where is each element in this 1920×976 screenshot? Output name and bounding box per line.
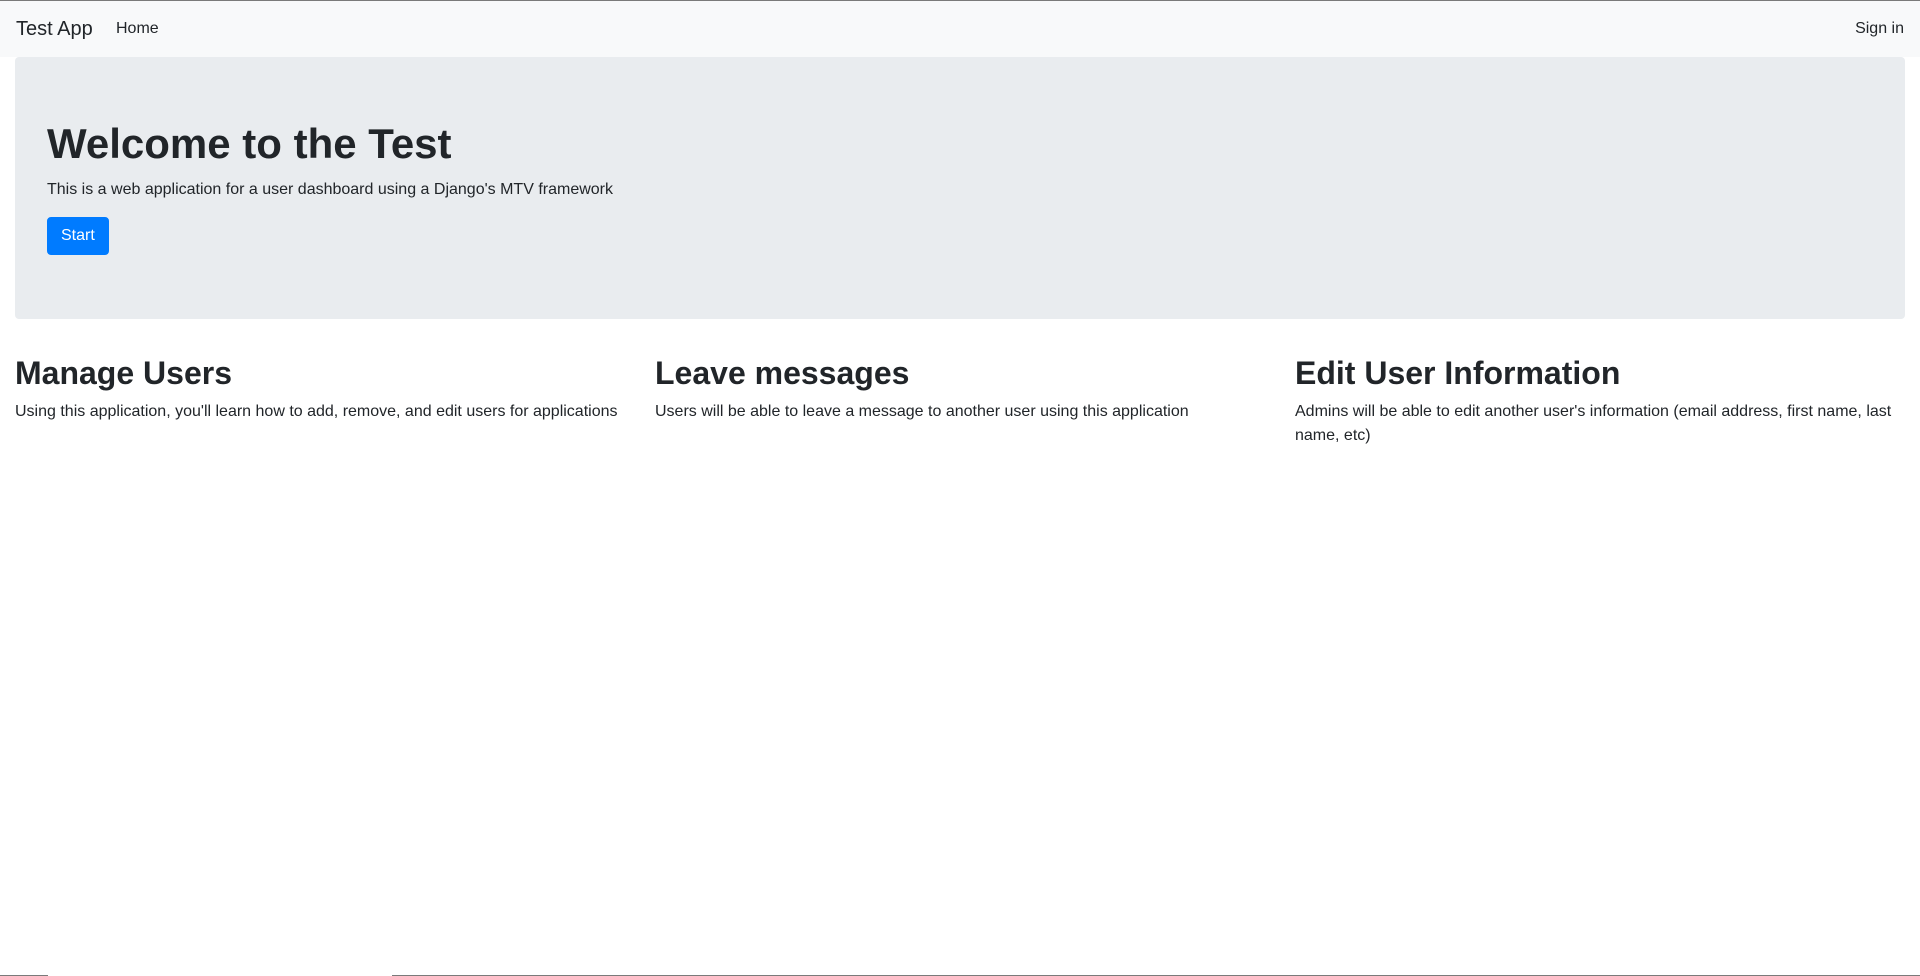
nav-link-home[interactable]: Home <box>116 1 159 57</box>
feature-title: Manage Users <box>15 355 232 391</box>
feature-description: Users will be able to leave a message to… <box>655 403 1189 421</box>
feature-title: Edit User Information <box>1295 355 1621 391</box>
hero-title: Welcome to the Test <box>47 120 452 167</box>
feature-manage-users: Manage Users Using this application, you… <box>15 354 635 424</box>
navbar-brand[interactable]: Test App <box>16 1 93 57</box>
start-button[interactable]: Start <box>47 217 109 255</box>
navbar: Test App Home Sign in <box>0 1 1920 57</box>
feature-description: Using this application, you'll learn how… <box>15 403 618 421</box>
feature-leave-messages: Leave messages Users will be able to lea… <box>655 354 1275 424</box>
hero-jumbotron: Welcome to the Test This is a web applic… <box>15 57 1905 319</box>
hero-lead-text: This is a web application for a user das… <box>47 181 613 198</box>
sign-in-link[interactable]: Sign in <box>1855 1 1904 57</box>
feature-title: Leave messages <box>655 355 910 391</box>
feature-description: Admins will be able to edit another user… <box>1295 403 1892 445</box>
feature-edit-user-information: Edit User Information Admins will be abl… <box>1295 354 1915 448</box>
